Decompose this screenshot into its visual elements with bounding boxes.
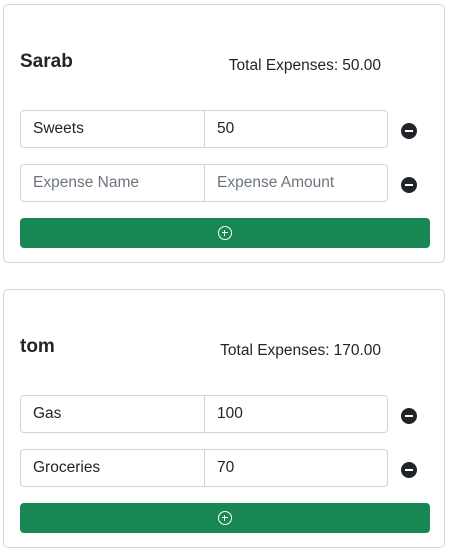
person-name: tom bbox=[20, 336, 55, 357]
remove-expense-icon[interactable] bbox=[401, 408, 417, 424]
total-expenses: Total Expenses: 170.00 bbox=[220, 342, 381, 360]
total-label: Total Expenses: bbox=[220, 342, 330, 359]
expense-name-input[interactable] bbox=[20, 395, 205, 433]
remove-expense-icon[interactable] bbox=[401, 462, 417, 478]
expense-amount-input[interactable] bbox=[204, 395, 388, 433]
expense-amount-input[interactable] bbox=[204, 110, 388, 148]
expense-row bbox=[20, 110, 389, 148]
expense-name-input[interactable] bbox=[20, 449, 205, 487]
add-expense-button[interactable] bbox=[20, 503, 430, 533]
person-card-sarab: Sarab Total Expenses: 50.00 bbox=[3, 4, 445, 263]
plus-circle-icon bbox=[218, 511, 232, 525]
total-expenses: Total Expenses: 50.00 bbox=[229, 57, 381, 75]
expense-name-input[interactable] bbox=[20, 110, 205, 148]
expense-row bbox=[20, 449, 389, 487]
plus-circle-icon bbox=[218, 226, 232, 240]
total-label: Total Expenses: bbox=[228, 57, 339, 74]
expense-row bbox=[20, 395, 389, 433]
expense-amount-input[interactable] bbox=[204, 164, 388, 202]
expense-row bbox=[20, 164, 389, 202]
person-name: Sarab bbox=[20, 51, 73, 72]
person-card-tom: tom Total Expenses: 170.00 bbox=[3, 289, 445, 548]
total-value: 170.00 bbox=[333, 342, 381, 359]
expense-name-input[interactable] bbox=[20, 164, 205, 202]
expense-amount-input[interactable] bbox=[204, 449, 388, 487]
remove-expense-icon[interactable] bbox=[401, 177, 417, 193]
add-expense-button[interactable] bbox=[20, 218, 430, 248]
total-value: 50.00 bbox=[342, 57, 381, 74]
remove-expense-icon[interactable] bbox=[401, 123, 417, 139]
